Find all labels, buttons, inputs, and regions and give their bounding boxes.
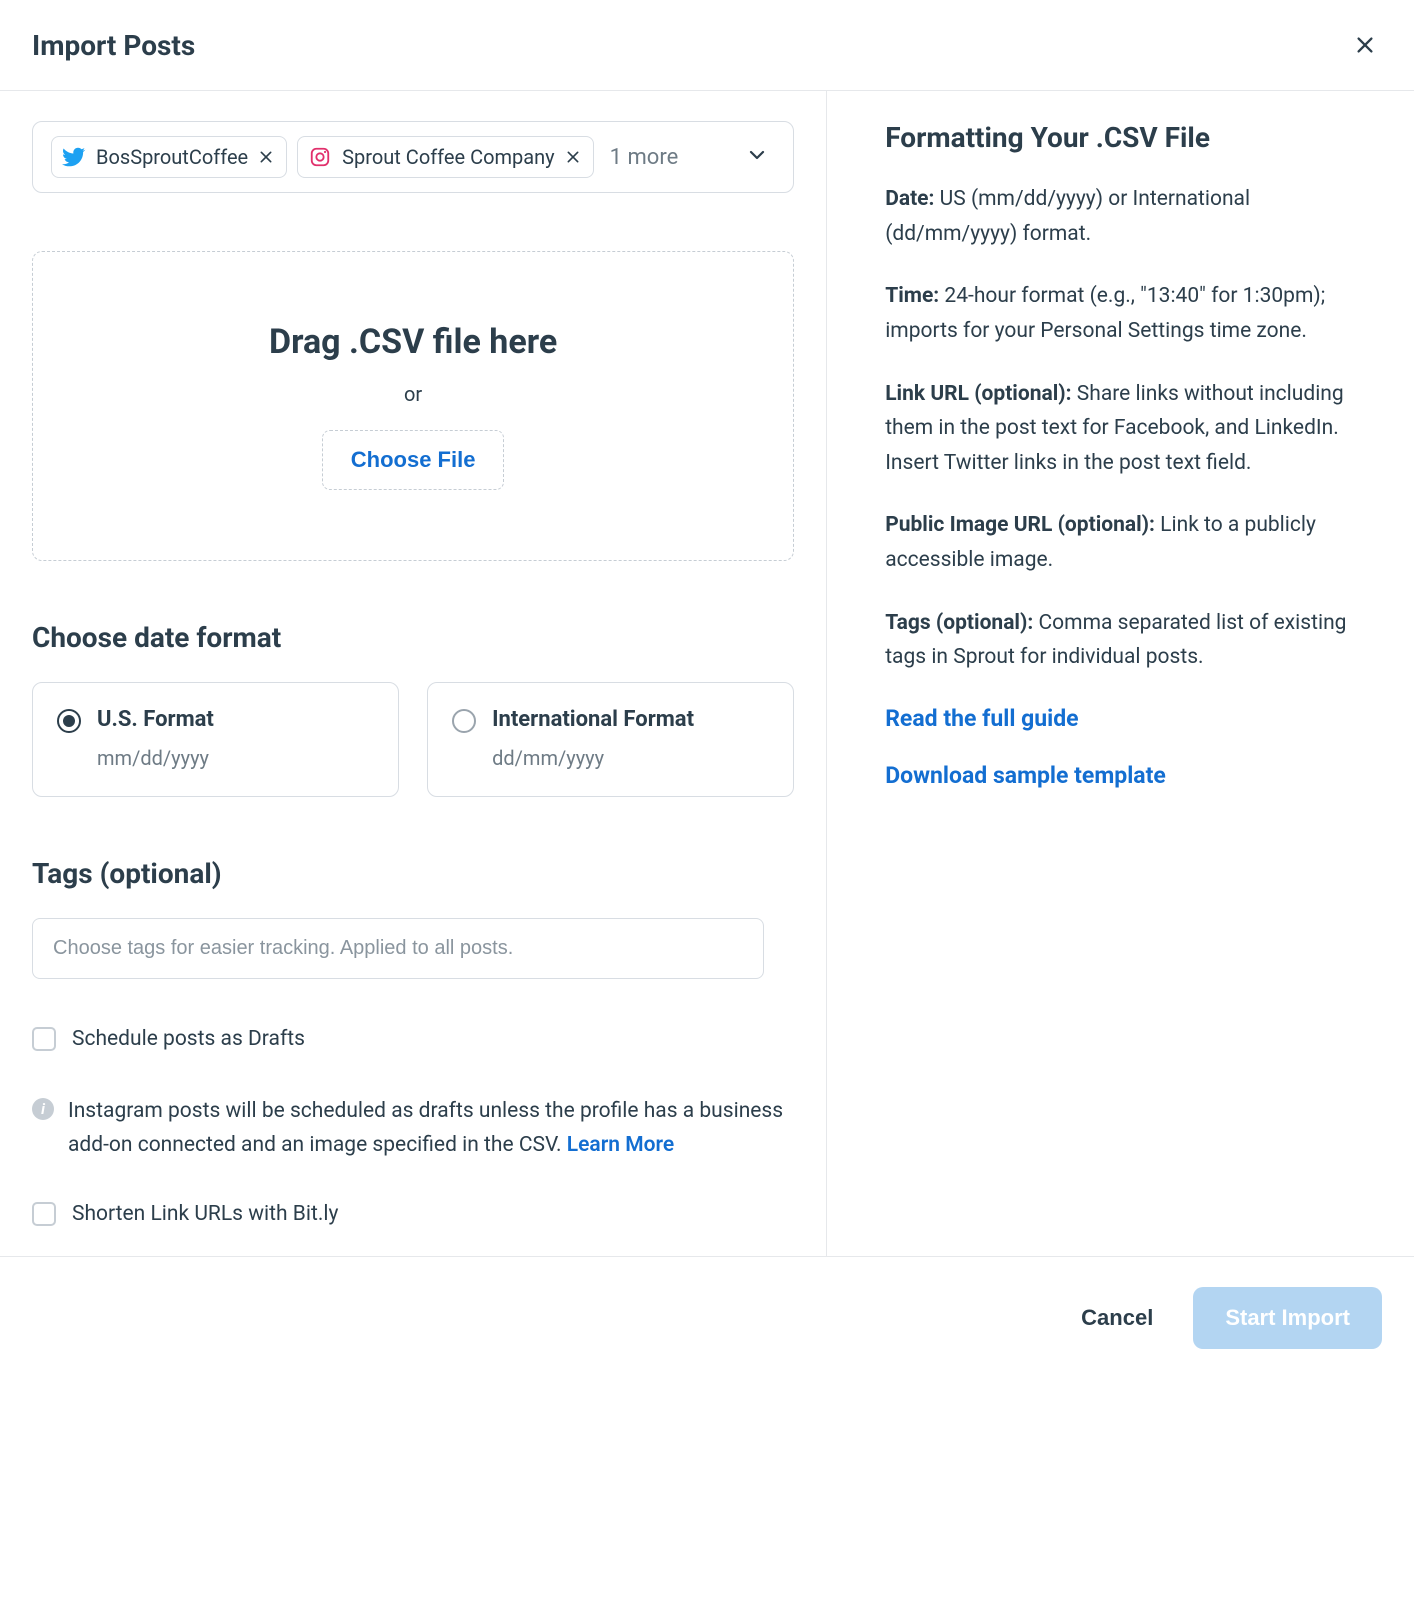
tags-input[interactable] [32, 918, 764, 979]
radio-selected[interactable] [57, 709, 81, 733]
tags-heading: Tags (optional) [32, 857, 794, 890]
format-option-label: International Format [492, 707, 694, 732]
profile-chip-label: Sprout Coffee Company [342, 145, 554, 169]
format-item-image: Public Image URL (optional): Link to a p… [885, 508, 1376, 577]
read-guide-link[interactable]: Read the full guide [885, 705, 1376, 732]
date-format-intl-option[interactable]: International Format dd/mm/yyyy [427, 682, 794, 797]
date-format-heading: Choose date format [32, 621, 794, 654]
profile-chip-twitter: BosSproutCoffee [51, 136, 287, 178]
formatting-heading: Formatting Your .CSV File [885, 121, 1376, 154]
remove-chip-button[interactable] [565, 149, 581, 165]
modal-title: Import Posts [32, 29, 195, 62]
close-icon [258, 149, 274, 165]
modal-footer: Cancel Start Import [0, 1256, 1414, 1379]
instagram-icon [308, 145, 332, 169]
twitter-icon [62, 145, 86, 169]
format-item-link: Link URL (optional): Share links without… [885, 377, 1376, 481]
format-item-tags: Tags (optional): Comma separated list of… [885, 606, 1376, 675]
modal-header: Import Posts [0, 0, 1414, 91]
radio-unselected[interactable] [452, 709, 476, 733]
schedule-drafts-checkbox[interactable] [32, 1027, 56, 1051]
more-profiles-label: 1 more [610, 145, 679, 170]
format-option-sub: mm/dd/yyyy [97, 746, 214, 770]
dropzone-or-label: or [53, 382, 773, 406]
format-item-time: Time: 24-hour format (e.g., "13:40" for … [885, 279, 1376, 348]
instagram-info-note: i Instagram posts will be scheduled as d… [32, 1095, 794, 1162]
profile-chip-instagram: Sprout Coffee Company [297, 136, 593, 178]
close-button[interactable] [1348, 28, 1382, 62]
bitly-label: Shorten Link URLs with Bit.ly [72, 1202, 338, 1226]
format-option-label: U.S. Format [97, 707, 214, 732]
start-import-button[interactable]: Start Import [1193, 1287, 1382, 1349]
bitly-row: Shorten Link URLs with Bit.ly [32, 1202, 794, 1226]
file-dropzone[interactable]: Drag .CSV file here or Choose File [32, 251, 794, 561]
bitly-checkbox[interactable] [32, 1202, 56, 1226]
info-text: Instagram posts will be scheduled as dra… [68, 1095, 794, 1162]
dropzone-title: Drag .CSV file here [53, 322, 773, 362]
cancel-button[interactable]: Cancel [1073, 1291, 1161, 1345]
close-icon [565, 149, 581, 165]
format-item-date: Date: US (mm/dd/yyyy) or International (… [885, 182, 1376, 251]
close-icon [1354, 34, 1376, 56]
download-template-link[interactable]: Download sample template [885, 762, 1376, 789]
expand-profiles-button[interactable] [739, 137, 775, 178]
learn-more-link[interactable]: Learn More [567, 1133, 674, 1157]
schedule-drafts-label: Schedule posts as Drafts [72, 1027, 305, 1051]
profile-chip-label: BosSproutCoffee [96, 145, 248, 169]
date-format-us-option[interactable]: U.S. Format mm/dd/yyyy [32, 682, 399, 797]
format-option-sub: dd/mm/yyyy [492, 746, 694, 770]
schedule-drafts-row: Schedule posts as Drafts [32, 1027, 794, 1051]
import-posts-modal: Import Posts BosSproutCoffee [0, 0, 1414, 1379]
info-icon: i [32, 1098, 54, 1120]
profile-selector[interactable]: BosSproutCoffee Sprout Coffee Company [32, 121, 794, 193]
choose-file-button[interactable]: Choose File [322, 430, 505, 490]
chevron-down-icon [745, 143, 769, 167]
remove-chip-button[interactable] [258, 149, 274, 165]
